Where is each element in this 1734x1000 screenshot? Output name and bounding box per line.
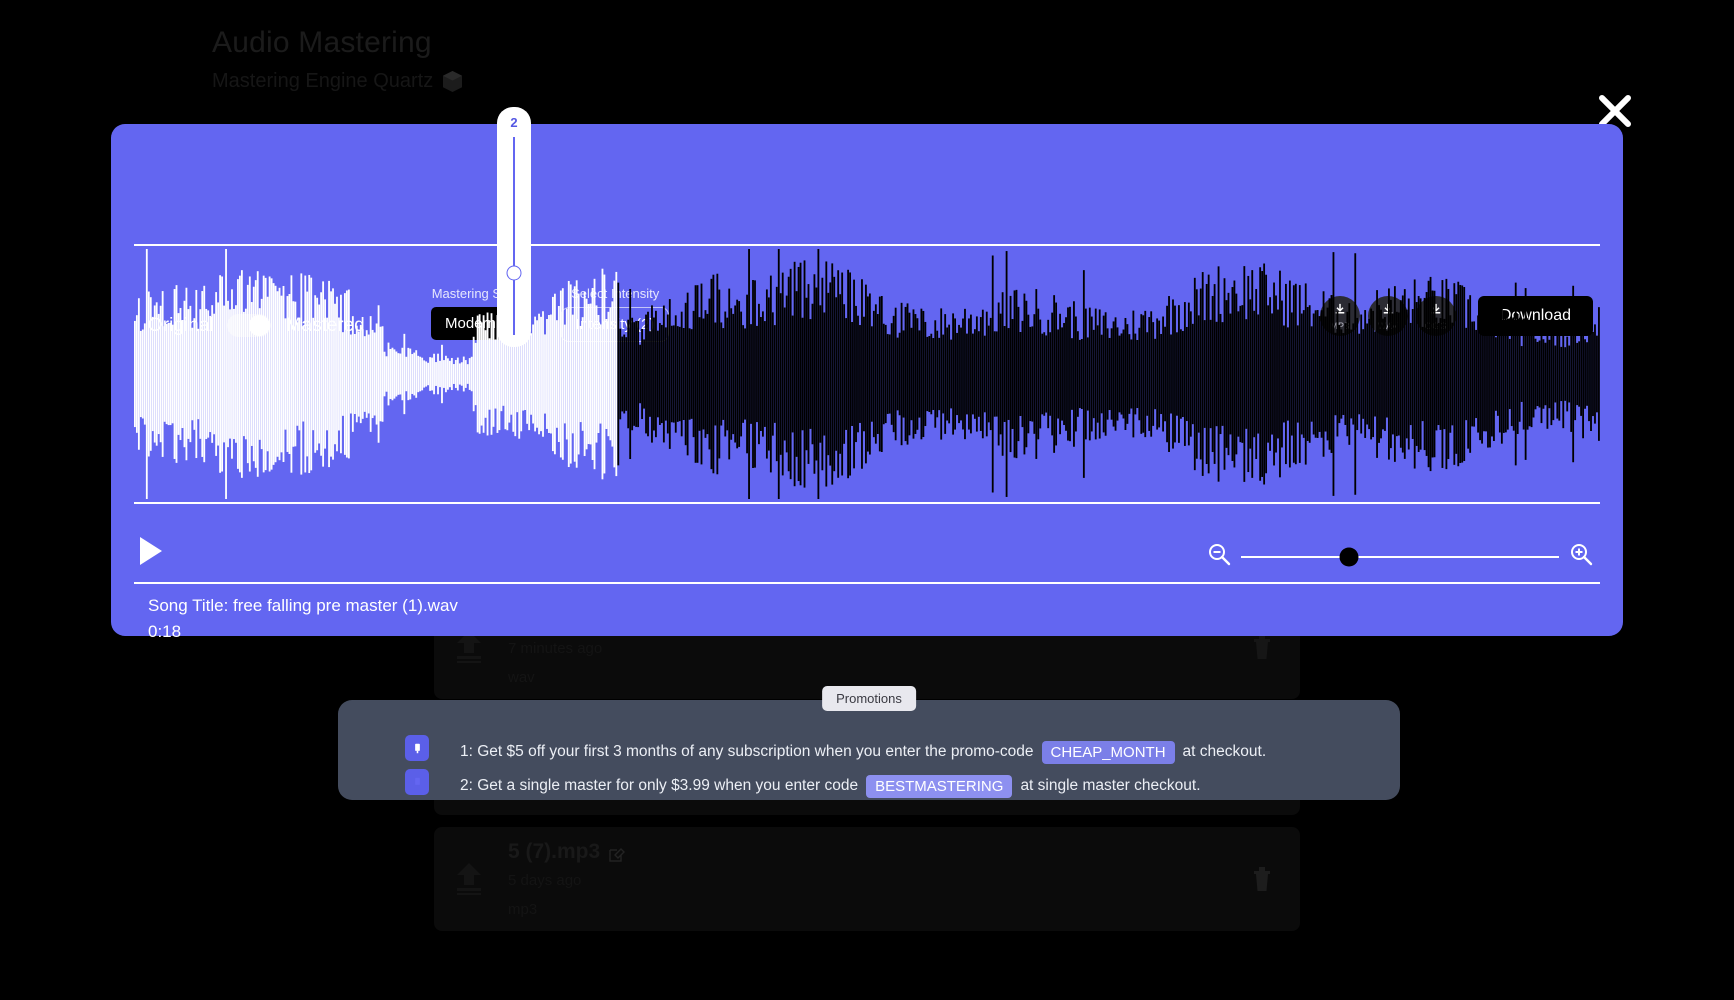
file-timestamp: 7 minutes ago (508, 640, 1276, 657)
file-name-row: 5 (7).mp3 (508, 840, 1276, 864)
megaphone-icon (405, 769, 429, 795)
zoom-control-row (1207, 542, 1593, 571)
waveform-canvas[interactable] (134, 246, 1600, 502)
promo-code-badge[interactable]: BESTMASTERING (866, 775, 1012, 798)
song-time: 0:18 (148, 622, 458, 642)
transport-bar (111, 522, 1623, 584)
intensity-slider-value: 2 (510, 115, 517, 130)
promo-code-badge[interactable]: CHEAP_MONTH (1042, 741, 1175, 764)
list-item: 1: Get $5 off your first 3 months of any… (460, 740, 1266, 764)
file-type: wav (508, 669, 1276, 686)
promo-text-prefix: 2: Get a single master for only $3.99 wh… (460, 777, 858, 795)
intensity-slider-popup[interactable]: 2 (497, 107, 531, 347)
file-name: 5 (7).mp3 (508, 840, 600, 864)
waveform-bottom-border (134, 502, 1600, 504)
cube-icon (443, 71, 462, 92)
delete-icon[interactable] (1252, 634, 1272, 660)
divider (134, 582, 1600, 584)
play-icon[interactable] (138, 536, 164, 566)
page-subtitle-row: Mastering Engine Quartz (212, 70, 462, 93)
file-type: mp3 (508, 901, 1276, 918)
promotions-icon-column (405, 735, 429, 803)
upload-icon (452, 861, 486, 897)
delete-icon[interactable] (1252, 866, 1272, 892)
zoom-in-icon[interactable] (1569, 542, 1593, 571)
app-root: Audio Mastering Mastering Engine Quartz … (0, 0, 1734, 1000)
page-header: Audio Mastering Mastering Engine Quartz (212, 26, 462, 93)
song-title: Song Title: free falling pre master (1).… (148, 596, 458, 616)
table-row[interactable]: 5 (7).mp3 5 days ago mp3 (434, 827, 1300, 931)
page-subtitle: Mastering Engine Quartz (212, 70, 433, 93)
zoom-out-icon[interactable] (1207, 542, 1231, 571)
zoom-slider-thumb[interactable] (1340, 547, 1359, 566)
zoom-slider[interactable] (1241, 556, 1559, 558)
list-item: 2: Get a single master for only $3.99 wh… (460, 774, 1266, 798)
promotions-lines: 1: Get $5 off your first 3 months of any… (460, 740, 1266, 808)
file-timestamp: 5 days ago (508, 872, 1276, 889)
song-info: Song Title: free falling pre master (1).… (148, 596, 458, 642)
promo-text-suffix: at checkout. (1183, 743, 1267, 761)
megaphone-icon (405, 735, 429, 761)
intensity-slider-thumb[interactable] (507, 266, 522, 281)
promo-text-suffix: at single master checkout. (1020, 777, 1200, 795)
audio-player-modal: Original Mastered Mastering Style Modern… (111, 124, 1623, 636)
waveform[interactable] (134, 244, 1600, 504)
promo-text-prefix: 1: Get $5 off your first 3 months of any… (460, 743, 1034, 761)
promotions-tab-label: Promotions (822, 686, 916, 711)
intensity-slider-track[interactable] (513, 137, 515, 335)
page-title: Audio Mastering (212, 26, 462, 60)
close-icon[interactable] (1598, 94, 1632, 128)
edit-icon[interactable] (609, 844, 625, 860)
